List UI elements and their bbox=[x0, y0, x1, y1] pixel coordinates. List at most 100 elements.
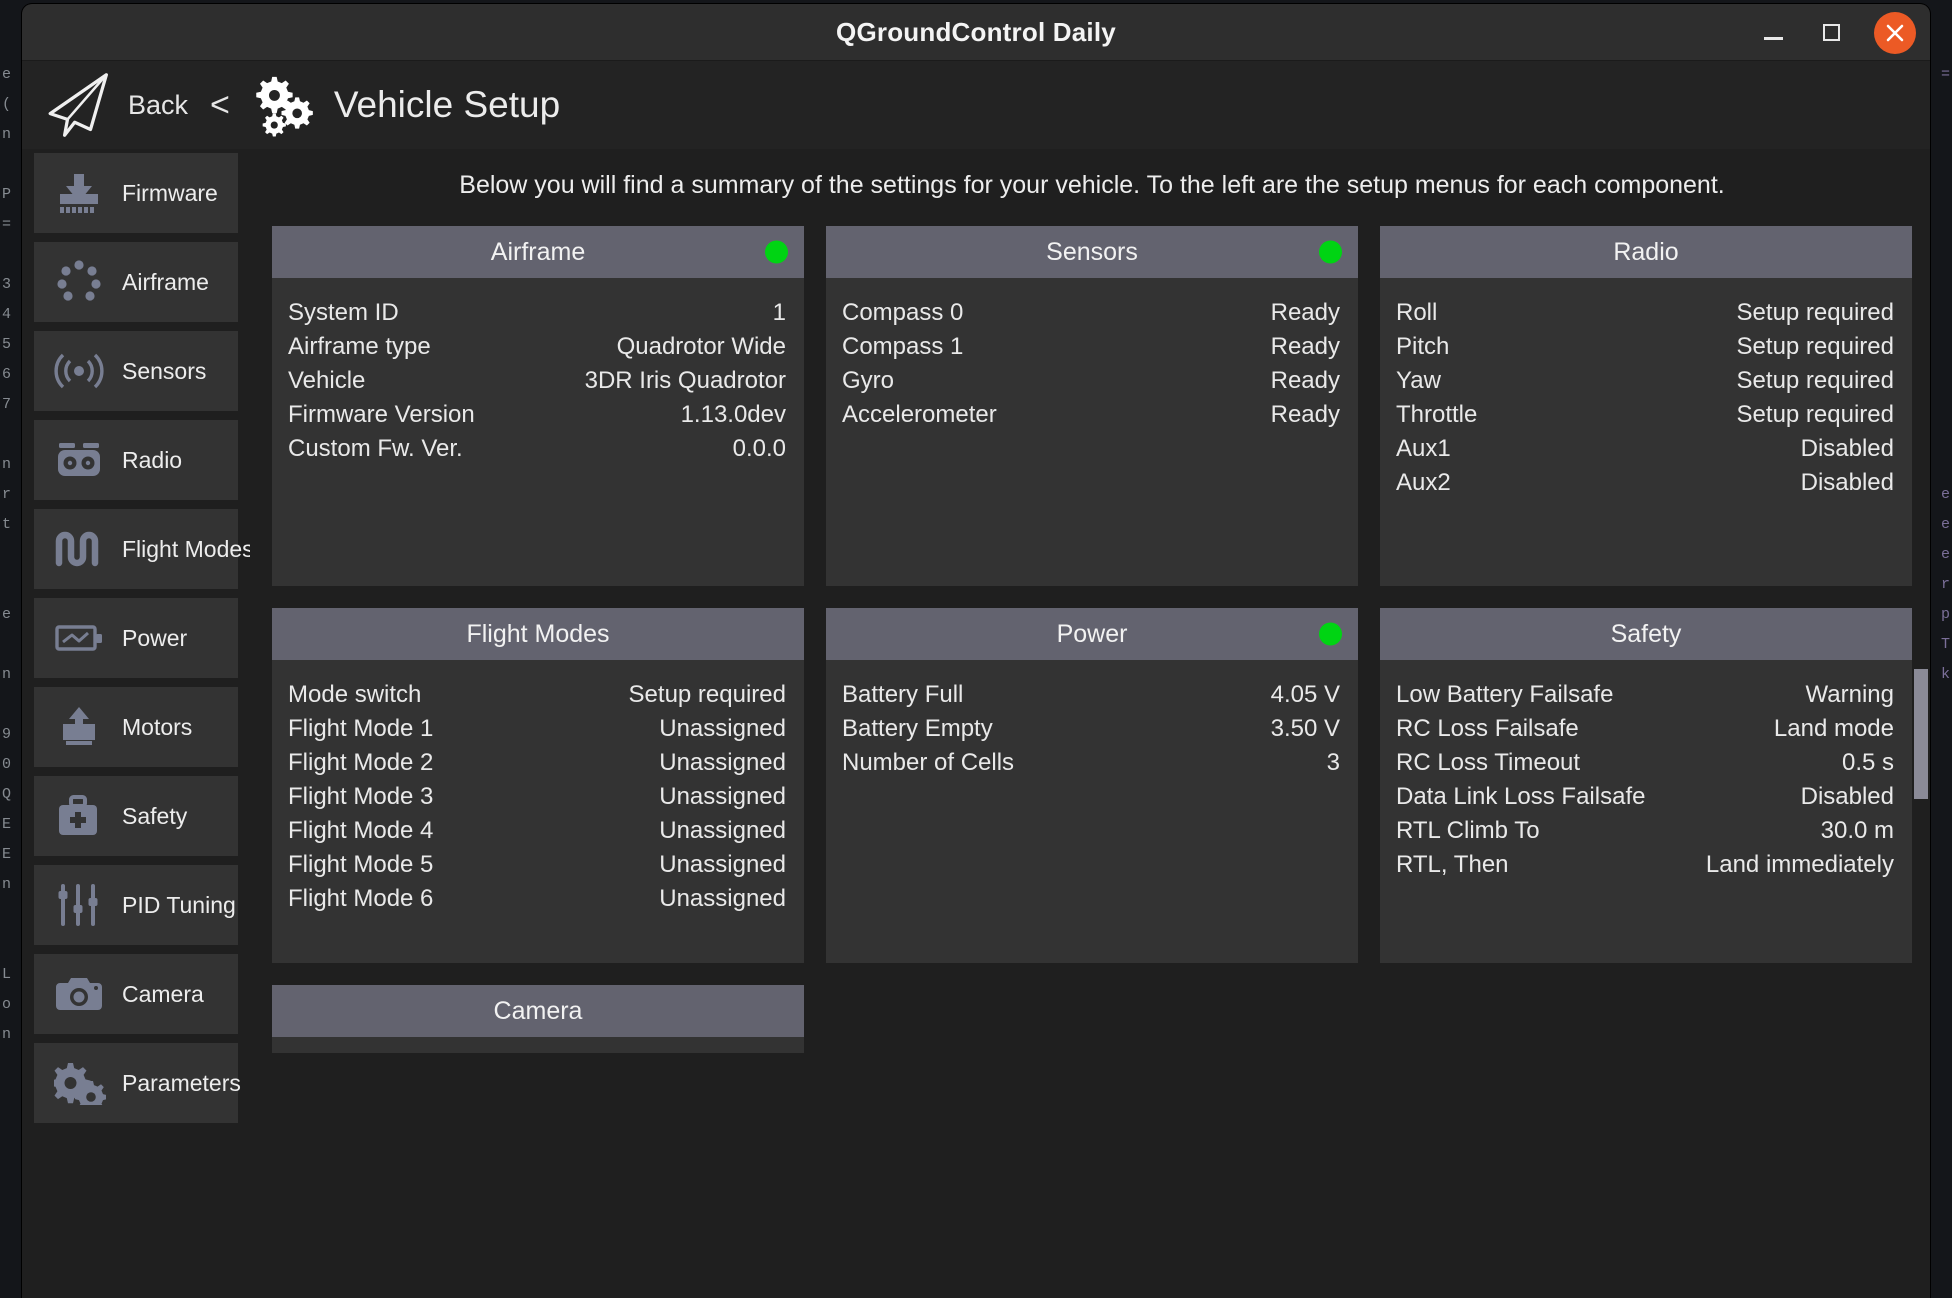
back-label[interactable]: Back bbox=[128, 90, 188, 121]
table-row: Custom Fw. Ver. 0.0.0 bbox=[288, 432, 786, 466]
card-header: Flight Modes bbox=[272, 608, 804, 660]
table-row: Flight Mode 4 Unassigned bbox=[288, 814, 786, 848]
back-chevron-icon[interactable]: < bbox=[210, 86, 230, 125]
sidebar-item-label: Radio bbox=[122, 446, 183, 473]
status-badge bbox=[765, 240, 788, 264]
close-button[interactable] bbox=[1874, 11, 1916, 54]
minimize-button[interactable] bbox=[1758, 18, 1788, 48]
summary-card-airframe[interactable]: Airframe System ID 1 Airframe type Quadr… bbox=[272, 226, 804, 586]
table-row: Yaw Setup required bbox=[1396, 364, 1894, 398]
sidebar-item-firmware[interactable]: Firmware bbox=[34, 153, 238, 233]
card-body: Roll Setup required Pitch Setup required… bbox=[1380, 278, 1912, 586]
row-key: Gyro bbox=[842, 367, 895, 394]
sidebar-item-radio[interactable]: Radio bbox=[34, 420, 238, 500]
row-value: 3 bbox=[1326, 749, 1340, 776]
sidebar-item-label: Camera bbox=[122, 980, 204, 1007]
row-key: RC Loss Failsafe bbox=[1396, 715, 1579, 742]
card-header: Airframe bbox=[272, 226, 804, 278]
table-row: Flight Mode 2 Unassigned bbox=[288, 746, 786, 780]
paper-plane-icon[interactable] bbox=[40, 69, 118, 141]
row-key: Roll bbox=[1396, 299, 1438, 326]
table-row: Vehicle 3DR Iris Quadrotor bbox=[288, 364, 786, 398]
row-value: 1.13.0dev bbox=[680, 401, 786, 428]
sidebar-item-safety[interactable]: Safety bbox=[34, 776, 238, 856]
sidebar-item-pid-tuning[interactable]: PID Tuning bbox=[34, 865, 238, 945]
table-row: Low Battery Failsafe Warning bbox=[1396, 678, 1894, 712]
summary-card-safety[interactable]: Safety Low Battery Failsafe Warning RC L… bbox=[1380, 608, 1912, 963]
status-badge bbox=[1319, 240, 1342, 264]
summary-card-power[interactable]: Power Battery Full 4.05 V Battery Empty … bbox=[826, 608, 1358, 963]
row-key: Flight Mode 1 bbox=[288, 715, 434, 742]
table-row: Flight Mode 1 Unassigned bbox=[288, 712, 786, 746]
app-header: Back < Vehicle Setup bbox=[22, 61, 1930, 149]
sidebar-item-airframe[interactable]: Airframe bbox=[34, 242, 238, 322]
sidebar-item-flight-modes[interactable]: Flight Modes bbox=[34, 509, 250, 589]
qgroundcontrol-window: QGroundControl Daily Back < Vehicle Setu… bbox=[22, 4, 1930, 1298]
sidebar-item-power[interactable]: Power bbox=[34, 598, 238, 678]
row-value: Setup required bbox=[1736, 299, 1894, 326]
maximize-button[interactable] bbox=[1816, 18, 1846, 48]
backdrop-left-code: e ( n P = 3 4 5 6 7 n r t e n 9 0 Q E E … bbox=[2, 66, 12, 1043]
card-body: Battery Full 4.05 V Battery Empty 3.50 V… bbox=[826, 660, 1358, 963]
page-title: Vehicle Setup bbox=[333, 84, 561, 125]
sidebar-item-label: Motors bbox=[122, 713, 193, 740]
row-key: Number of Cells bbox=[842, 749, 1015, 776]
row-value: Quadrotor Wide bbox=[616, 333, 786, 360]
table-row: Aux1 Disabled bbox=[1396, 432, 1894, 466]
scrollbar-thumb[interactable] bbox=[1914, 669, 1928, 799]
row-key: Flight Mode 3 bbox=[288, 783, 434, 810]
table-row: Compass 1 Ready bbox=[842, 330, 1340, 364]
row-value: 3.50 V bbox=[1270, 715, 1340, 742]
sensors-signal-icon bbox=[54, 347, 110, 395]
vertical-scrollbar[interactable] bbox=[1914, 149, 1928, 1298]
sidebar-item-label: Parameters bbox=[122, 1069, 241, 1096]
summary-card-flight-modes[interactable]: Flight Modes Mode switch Setup required … bbox=[272, 608, 804, 963]
row-key: Battery Empty bbox=[842, 715, 993, 742]
card-header: Sensors bbox=[826, 226, 1358, 278]
motors-icon bbox=[54, 703, 110, 751]
row-key: Flight Mode 4 bbox=[288, 817, 434, 844]
sidebar-item-label: Firmware bbox=[122, 179, 218, 206]
summary-hint-text: Below you will find a summary of the set… bbox=[459, 171, 1725, 199]
minimize-icon bbox=[1763, 37, 1783, 40]
row-value: Setup required bbox=[1736, 333, 1894, 360]
sidebar-item-label: PID Tuning bbox=[122, 891, 236, 918]
summary-card-radio[interactable]: Radio Roll Setup required Pitch Setup re… bbox=[1380, 226, 1912, 586]
row-key: Battery Full bbox=[842, 681, 964, 708]
row-value: Land mode bbox=[1773, 715, 1894, 742]
row-value: 3DR Iris Quadrotor bbox=[584, 367, 786, 394]
sidebar-item-parameters[interactable]: Parameters bbox=[34, 1043, 241, 1123]
row-value: Ready bbox=[1270, 401, 1340, 428]
row-value: 4.05 V bbox=[1270, 681, 1340, 708]
card-body: Mode switch Setup required Flight Mode 1… bbox=[272, 660, 804, 963]
summary-card-sensors[interactable]: Sensors Compass 0 Ready Compass 1 Ready bbox=[826, 226, 1358, 586]
card-title: Flight Modes bbox=[466, 619, 610, 648]
table-row: Aux2 Disabled bbox=[1396, 466, 1894, 500]
summary-card-camera[interactable]: Camera bbox=[272, 985, 804, 1053]
row-key: RC Loss Timeout bbox=[1396, 749, 1581, 776]
table-row: Roll Setup required bbox=[1396, 296, 1894, 330]
row-value: Warning bbox=[1805, 681, 1894, 708]
card-title: Camera bbox=[493, 996, 583, 1025]
card-header: Power bbox=[826, 608, 1358, 660]
summary-cards-grid: Airframe System ID 1 Airframe type Quadr… bbox=[272, 226, 1912, 1053]
sidebar-item-sensors[interactable]: Sensors bbox=[34, 331, 238, 411]
gears-icon bbox=[256, 76, 313, 137]
table-row: Compass 0 Ready bbox=[842, 296, 1340, 330]
row-key: Compass 1 bbox=[842, 333, 964, 360]
table-row: Flight Mode 3 Unassigned bbox=[288, 780, 786, 814]
body-area: Firmware Airframe Sensors Radio Flight M… bbox=[22, 149, 1930, 1298]
card-title: Safety bbox=[1610, 619, 1682, 648]
sidebar-item-camera[interactable]: Camera bbox=[34, 954, 238, 1034]
row-value: Setup required bbox=[1736, 367, 1894, 394]
card-body: Low Battery Failsafe Warning RC Loss Fai… bbox=[1380, 660, 1912, 963]
row-value: Unassigned bbox=[659, 749, 786, 776]
table-row: RTL, Then Land immediately bbox=[1396, 848, 1894, 882]
sidebar-item-label: Flight Modes bbox=[122, 535, 250, 562]
window-title: QGroundControl Daily bbox=[836, 16, 1116, 47]
sidebar-item-motors[interactable]: Motors bbox=[34, 687, 238, 767]
row-key: Compass 0 bbox=[842, 299, 964, 326]
row-key: RTL Climb To bbox=[1396, 817, 1540, 844]
card-header: Safety bbox=[1380, 608, 1912, 660]
status-badge bbox=[1319, 622, 1342, 646]
